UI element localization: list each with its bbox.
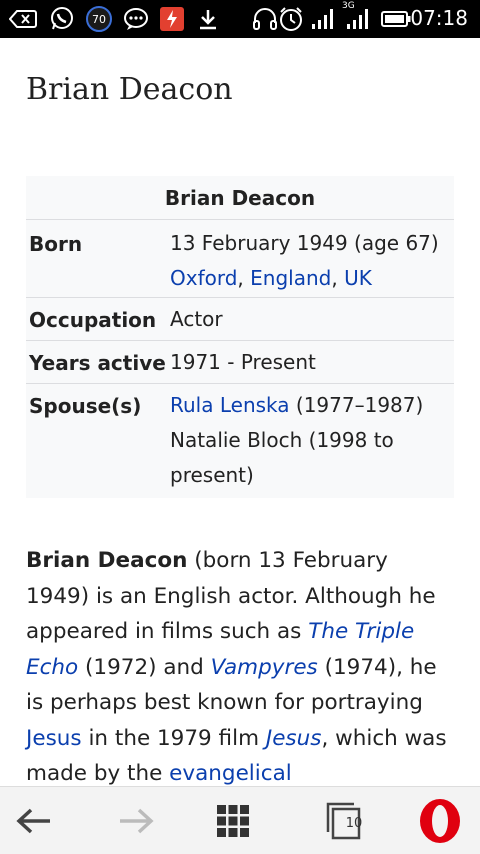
jesus-link[interactable]: Jesus — [26, 726, 82, 751]
england-link[interactable]: England — [250, 266, 331, 290]
app-notification-icon — [158, 7, 186, 31]
tabs-button[interactable]: 10 — [304, 787, 384, 854]
signal-icon — [310, 7, 336, 31]
network-type-label: 3G — [342, 1, 355, 11]
rula-lenska-link[interactable]: Rula Lenska — [170, 393, 290, 417]
chat-bubble-icon — [122, 7, 150, 31]
status-bar: 70 3G 07:18 — [0, 0, 480, 38]
infobox-label: Born — [29, 232, 83, 256]
signal-3g-icon: 3G — [342, 1, 372, 31]
infobox-value: 13 February 1949 (age 67) Oxford, Englan… — [170, 226, 454, 296]
birth-place: Oxford, England, UK — [170, 266, 372, 290]
download-icon — [196, 7, 220, 31]
whatsapp-icon — [48, 7, 76, 31]
speed-dial-button[interactable] — [193, 787, 273, 854]
headphones-icon — [252, 7, 278, 31]
vampyres-link[interactable]: Vampyres — [211, 655, 318, 680]
status-time: 07:18 — [410, 6, 468, 30]
jesus-film-link[interactable]: Jesus — [266, 726, 322, 751]
infobox-value: Rula Lenska (1977–1987) Natalie Bloch (1… — [170, 388, 454, 493]
infobox-value: Actor — [170, 307, 223, 331]
spouse2-end: present) — [170, 463, 254, 487]
infobox: Brian Deacon Born 13 February 1949 (age … — [26, 176, 454, 498]
spouse2-years: (1998 to — [308, 428, 394, 452]
subject-name: Brian Deacon — [26, 548, 188, 573]
infobox-row-born: Born 13 February 1949 (age 67) Oxford, E… — [26, 220, 454, 298]
opera-logo-icon — [420, 799, 460, 843]
spouse1-years: (1977–1987) — [295, 393, 424, 417]
infobox-label: Occupation — [29, 308, 157, 332]
infobox-label: Years active — [29, 351, 166, 375]
forward-button[interactable] — [96, 787, 176, 854]
badge-70-icon: 70 — [84, 6, 114, 32]
bottom-nav-bar: 10 — [0, 786, 480, 854]
tab-count: 10 — [345, 816, 363, 831]
oxford-link[interactable]: Oxford — [170, 266, 237, 290]
infobox-row-years-active: Years active 1971 - Present — [26, 341, 454, 384]
intro-text: (1972) and — [85, 654, 204, 680]
evangelical-link[interactable]: evangelical — [169, 761, 292, 786]
notification-badge: 70 — [92, 12, 106, 26]
back-button[interactable] — [0, 787, 74, 854]
opera-menu-button[interactable] — [400, 787, 480, 854]
article-intro: Brian Deacon (born 13 February 1949) is … — [26, 543, 456, 792]
infobox-value: 1971 - Present — [170, 350, 316, 374]
infobox-row-spouses: Spouse(s) Rula Lenska (1977–1987) Natali… — [26, 384, 454, 498]
infobox-label: Spouse(s) — [29, 394, 142, 418]
grid-icon — [217, 805, 249, 837]
infobox-row-occupation: Occupation Actor — [26, 298, 454, 341]
birth-date: 13 February 1949 (age 67) — [170, 231, 439, 255]
forward-arrow-icon — [120, 808, 154, 834]
alarm-clock-icon — [278, 7, 304, 31]
back-arrow-icon — [16, 808, 50, 834]
uk-link[interactable]: UK — [344, 266, 372, 290]
infobox-header: Brian Deacon — [26, 176, 454, 220]
battery-icon — [380, 7, 412, 31]
spouse2-name: Natalie Bloch — [170, 428, 303, 452]
intro-text: in the 1979 film — [88, 725, 260, 751]
screen-cast-icon — [8, 7, 38, 31]
page-title: Brian Deacon — [26, 72, 233, 107]
